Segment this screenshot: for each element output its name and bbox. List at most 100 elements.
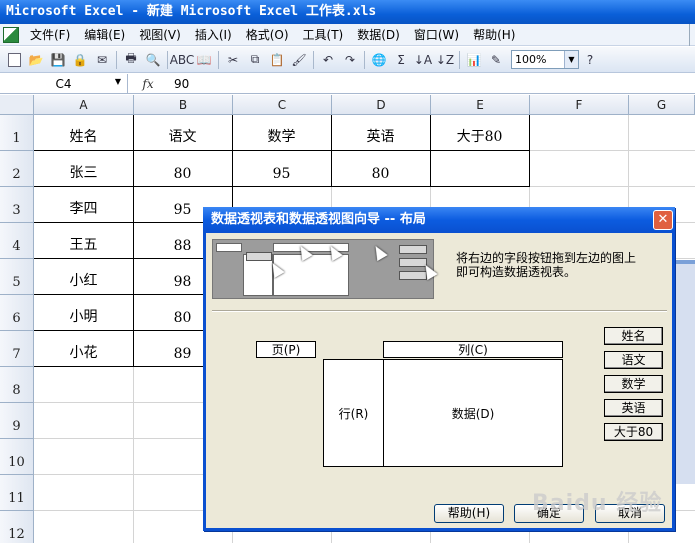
cell-e1[interactable]: 大于80 xyxy=(430,115,529,151)
autosum-icon[interactable]: Σ xyxy=(392,51,410,69)
sort-descending-icon[interactable]: ↓Z xyxy=(436,51,454,69)
field-button-english[interactable]: 英语 xyxy=(604,399,663,417)
email-icon[interactable]: ✉ xyxy=(93,51,111,69)
redo-icon[interactable]: ↷ xyxy=(341,51,359,69)
name-box-value: C4 xyxy=(55,76,72,91)
cell-a5[interactable]: 小红 xyxy=(34,259,133,295)
fx-icon[interactable]: fx xyxy=(128,77,168,91)
row-header-11[interactable]: 11 xyxy=(0,475,34,511)
cut-icon[interactable]: ✂ xyxy=(224,51,242,69)
row-header-12[interactable]: 12 xyxy=(0,511,34,543)
standard-toolbar: 📂 💾 🔒 ✉ 🖶 🔍 ABC 📖 ✂ ⧉ 📋 🖌 ↶ ↷ 🌐 Σ ↓A ↓Z … xyxy=(0,47,695,73)
select-all-corner[interactable] xyxy=(0,95,34,115)
row-header-5[interactable]: 5 xyxy=(0,259,34,295)
drawing-icon[interactable]: ✎ xyxy=(487,51,505,69)
cell-b1[interactable]: 语文 xyxy=(133,115,232,151)
preview-page-box xyxy=(216,243,242,252)
instruction-text: 将右边的字段按钮拖到左边的图上 即可构造数据透视表。 xyxy=(456,251,666,279)
open-icon[interactable]: 📂 xyxy=(27,51,45,69)
research-icon[interactable]: 📖 xyxy=(195,51,213,69)
spelling-icon[interactable]: ABC xyxy=(170,51,195,69)
page-drop-area[interactable]: 页(P) xyxy=(256,341,316,358)
toolbar-separator xyxy=(218,50,219,69)
data-drop-area[interactable]: 数据(D) xyxy=(383,359,563,467)
menu-view[interactable]: 视图(V) xyxy=(132,25,188,45)
menu-data[interactable]: 数据(D) xyxy=(350,25,407,45)
chart-wizard-icon[interactable]: 📊 xyxy=(465,51,483,69)
cell-a4[interactable]: 王五 xyxy=(34,223,133,259)
dialog-title: 数据透视表和数据透视图向导 -- 布局 xyxy=(211,212,426,227)
chevron-down-icon[interactable]: ▼ xyxy=(115,77,121,86)
formula-input[interactable]: 90 xyxy=(168,77,189,91)
menu-tools[interactable]: 工具(T) xyxy=(296,25,351,45)
row-drop-area[interactable]: 行(R) xyxy=(323,359,384,467)
row-header-3[interactable]: 3 xyxy=(0,187,34,223)
new-icon[interactable] xyxy=(5,51,23,69)
menu-file[interactable]: 文件(F) xyxy=(23,25,77,45)
cell-c2[interactable]: 95 xyxy=(232,151,331,187)
sort-ascending-icon[interactable]: ↓A xyxy=(414,51,432,69)
dialog-title-bar: 数据透视表和数据透视图向导 -- 布局 ✕ xyxy=(203,207,675,233)
menu-help[interactable]: 帮助(H) xyxy=(466,25,522,45)
row-header-4[interactable]: 4 xyxy=(0,223,34,259)
help-icon[interactable]: ? xyxy=(581,51,599,69)
field-button-chinese[interactable]: 语文 xyxy=(604,351,663,369)
row-header-6[interactable]: 6 xyxy=(0,295,34,331)
menu-format[interactable]: 格式(O) xyxy=(239,25,296,45)
cell-a2[interactable]: 张三 xyxy=(34,151,133,187)
cell-a3[interactable]: 李四 xyxy=(34,187,133,223)
row-header-9[interactable]: 9 xyxy=(0,403,34,439)
cell-a1[interactable]: 姓名 xyxy=(34,115,133,151)
column-header-g[interactable]: G xyxy=(629,95,695,115)
column-header-d[interactable]: D xyxy=(332,95,431,115)
cell-b2[interactable]: 80 xyxy=(133,151,232,187)
cell-a6[interactable]: 小明 xyxy=(34,295,133,331)
field-button-math[interactable]: 数学 xyxy=(604,375,663,393)
toolbar-separator xyxy=(364,50,365,69)
row-header-10[interactable]: 10 xyxy=(0,439,34,475)
field-button-over80[interactable]: 大于80 xyxy=(604,423,663,441)
menu-edit[interactable]: 编辑(E) xyxy=(77,25,132,45)
toolbar-separator xyxy=(313,50,314,69)
close-icon[interactable]: ✕ xyxy=(653,210,673,230)
excel-logo-icon[interactable] xyxy=(3,26,19,43)
chevron-down-icon[interactable]: ▼ xyxy=(564,51,578,68)
column-header-c[interactable]: C xyxy=(233,95,332,115)
copy-icon[interactable]: ⧉ xyxy=(246,51,264,69)
menu-bar: 文件(F) 编辑(E) 视图(V) 插入(I) 格式(O) 工具(T) 数据(D… xyxy=(0,23,695,46)
print-preview-icon[interactable]: 🔍 xyxy=(144,51,162,69)
toolbar-separator xyxy=(167,50,168,69)
undo-icon[interactable]: ↶ xyxy=(319,51,337,69)
name-box[interactable]: C4 ▼ xyxy=(0,74,128,93)
menu-bar-edge xyxy=(689,23,695,46)
row-area-label: 行(R) xyxy=(338,406,369,421)
row-header-1[interactable]: 1 xyxy=(0,115,34,151)
layout-preview-image xyxy=(212,239,438,299)
field-button-name[interactable]: 姓名 xyxy=(604,327,663,345)
paste-icon[interactable]: 📋 xyxy=(268,51,286,69)
print-icon[interactable]: 🖶 xyxy=(122,51,140,69)
cell-d2[interactable]: 80 xyxy=(331,151,430,187)
menu-insert[interactable]: 插入(I) xyxy=(188,25,239,45)
column-header-f[interactable]: F xyxy=(530,95,629,115)
help-button[interactable]: 帮助(H) xyxy=(434,504,504,523)
preview-field-button xyxy=(246,252,272,261)
save-icon[interactable]: 💾 xyxy=(49,51,67,69)
cell-d1[interactable]: 英语 xyxy=(331,115,430,151)
format-painter-icon[interactable]: 🖌 xyxy=(290,51,308,69)
window-title-bar: Microsoft Excel - 新建 Microsoft Excel 工作表… xyxy=(0,0,695,24)
row-header-8[interactable]: 8 xyxy=(0,367,34,403)
column-header-b[interactable]: B xyxy=(134,95,233,115)
permission-icon[interactable]: 🔒 xyxy=(71,51,89,69)
column-header-e[interactable]: E xyxy=(431,95,530,115)
row-header-7[interactable]: 7 xyxy=(0,331,34,367)
column-drop-area[interactable]: 列(C) xyxy=(383,341,563,358)
column-header-a[interactable]: A xyxy=(34,95,134,115)
menu-window[interactable]: 窗口(W) xyxy=(407,25,466,45)
pivot-layout-dialog: 数据透视表和数据透视图向导 -- 布局 ✕ 将右边的字段按钮拖到左边的图上 即可… xyxy=(203,207,675,531)
cell-c1[interactable]: 数学 xyxy=(232,115,331,151)
zoom-select[interactable]: 100% ▼ xyxy=(511,50,579,69)
row-header-2[interactable]: 2 xyxy=(0,151,34,187)
cell-a7[interactable]: 小花 xyxy=(34,331,133,367)
hyperlink-icon[interactable]: 🌐 xyxy=(370,51,388,69)
